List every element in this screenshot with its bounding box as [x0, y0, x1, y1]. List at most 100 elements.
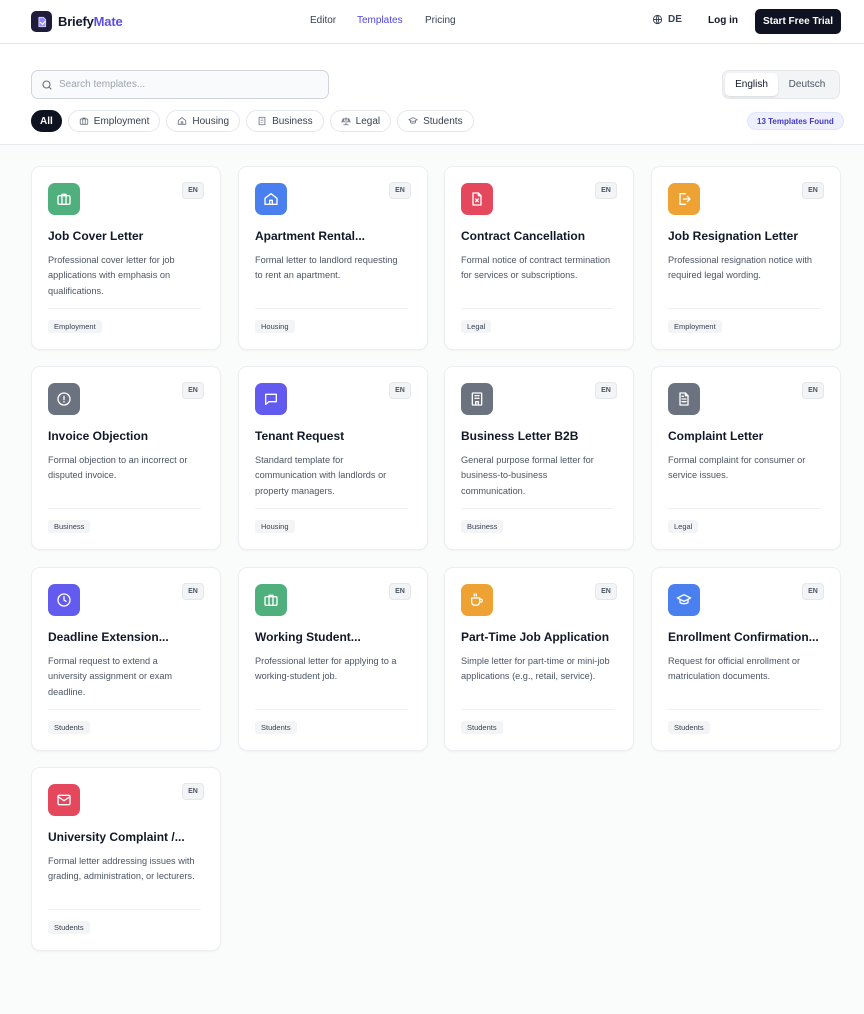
- language-selector: English Deutsch: [722, 70, 840, 99]
- template-icon-tile: [668, 584, 700, 616]
- card-divider: [461, 709, 614, 710]
- language-badge: EN: [595, 182, 617, 199]
- search-input[interactable]: [59, 79, 309, 90]
- filter-legal-label: Legal: [355, 115, 381, 127]
- filter-housing[interactable]: Housing: [166, 110, 241, 132]
- template-description: Simple letter for part-time or mini-job …: [461, 656, 610, 682]
- card-divider: [461, 308, 614, 309]
- nav-pricing[interactable]: Pricing: [425, 15, 456, 26]
- language-badge: EN: [595, 382, 617, 399]
- template-card-complaint-letter[interactable]: EN Complaint Letter Formal complaint for c…: [651, 366, 841, 550]
- template-description: Request for official enrollment or matri…: [668, 656, 801, 682]
- template-card-working-student[interactable]: EN Working Student... Professional letter …: [238, 567, 428, 751]
- card-divider: [255, 308, 408, 309]
- template-description: Professional resignation notice with req…: [668, 255, 813, 281]
- language-badge: EN: [389, 182, 411, 199]
- template-card-part-time-job-application[interactable]: EN Part-Time Job Application Simple letter…: [444, 567, 634, 751]
- search-box[interactable]: [31, 70, 329, 99]
- template-card-job-cover-letter[interactable]: EN Job Cover Letter Professional cover let…: [31, 166, 221, 350]
- start-trial-button[interactable]: Start Free Trial: [755, 9, 841, 34]
- template-title: Invoice Objection: [48, 429, 149, 443]
- template-icon-tile: [461, 584, 493, 616]
- template-card-business-letter-b2b[interactable]: EN Business Letter B2B General purpose for…: [444, 366, 634, 550]
- nav-editor[interactable]: Editor: [310, 15, 336, 26]
- template-card-invoice-objection[interactable]: EN Invoice Objection Formal objection to a…: [31, 366, 221, 550]
- template-icon-tile: [668, 383, 700, 415]
- template-title: Apartment Rental...: [255, 229, 366, 243]
- template-icon-tile: [48, 183, 80, 215]
- template-card-tenant-request[interactable]: EN Tenant Request Standard template for co…: [238, 366, 428, 550]
- card-divider: [668, 709, 821, 710]
- language-badge: EN: [802, 382, 824, 399]
- home-icon: [264, 193, 278, 205]
- template-icon-tile: [461, 383, 493, 415]
- language-badge: EN: [182, 182, 204, 199]
- filter-housing-label: Housing: [192, 115, 230, 127]
- filter-all[interactable]: All: [31, 110, 62, 132]
- building-icon: [258, 116, 266, 126]
- category-tag: Housing: [255, 520, 295, 533]
- brand-logo[interactable]: BriefyMate: [31, 11, 123, 32]
- category-tag: Business: [461, 520, 504, 533]
- category-tag: Legal: [668, 520, 699, 533]
- filter-students[interactable]: Students: [397, 110, 474, 132]
- filter-toolbar: English Deutsch All Employment Housing B…: [0, 44, 864, 145]
- card-divider: [255, 709, 408, 710]
- template-title: Deadline Extension...: [48, 630, 169, 644]
- logout-icon: [679, 193, 691, 205]
- template-title: Job Cover Letter: [48, 229, 144, 243]
- template-card-job-resignation-letter[interactable]: EN Job Resignation Letter Professional res…: [651, 166, 841, 350]
- language-badge: EN: [182, 583, 204, 600]
- template-title: Contract Cancellation: [461, 229, 586, 243]
- template-card-deadline-extension[interactable]: EN Deadline Extension... Formal request to…: [31, 567, 221, 751]
- template-card-apartment-rental[interactable]: EN Apartment Rental... Formal letter to la…: [238, 166, 428, 350]
- home-icon: [178, 117, 187, 125]
- template-title: Business Letter B2B: [461, 429, 579, 443]
- briefcase-icon: [79, 117, 88, 125]
- graduation-cap-icon: [408, 117, 419, 124]
- category-filters: All Employment Housing Business Legal St…: [31, 110, 474, 132]
- filter-business[interactable]: Business: [246, 110, 324, 132]
- template-title: Job Resignation Letter: [668, 229, 799, 243]
- file-x-icon: [472, 192, 482, 206]
- briefcase-icon: [57, 193, 71, 205]
- language-badge: EN: [182, 783, 204, 800]
- alert-circle-icon: [57, 392, 71, 406]
- language-toggle[interactable]: DE: [652, 14, 682, 25]
- card-divider: [255, 508, 408, 509]
- login-link[interactable]: Log in: [708, 15, 738, 26]
- language-toggle-label: DE: [668, 14, 682, 25]
- coffee-icon: [471, 593, 483, 606]
- filter-employment-label: Employment: [93, 115, 150, 127]
- brand-name: BriefyMate: [58, 14, 123, 29]
- language-option-deutsch[interactable]: Deutsch: [778, 73, 836, 96]
- nav-templates[interactable]: Templates: [357, 15, 403, 26]
- template-description: Standard template for communication with…: [255, 455, 387, 496]
- filter-employment[interactable]: Employment: [67, 110, 161, 132]
- filter-legal[interactable]: Legal: [329, 110, 392, 132]
- template-description: Professional letter for applying to a wo…: [255, 656, 397, 682]
- category-tag: Students: [48, 921, 90, 934]
- template-card-contract-cancellation[interactable]: EN Contract Cancellation Formal notice of …: [444, 166, 634, 350]
- category-tag: Employment: [48, 320, 102, 333]
- template-title: Tenant Request: [255, 429, 345, 443]
- card-divider: [48, 308, 201, 309]
- template-icon-tile: [461, 183, 493, 215]
- template-card-university-complaint[interactable]: EN University Complaint /... Formal letter…: [31, 767, 221, 951]
- logo-mark-icon: [31, 11, 52, 32]
- mail-icon: [57, 794, 71, 806]
- category-tag: Students: [668, 721, 710, 734]
- category-tag: Legal: [461, 320, 492, 333]
- template-card-enrollment-confirmation[interactable]: EN Enrollment Confirmation... Request for …: [651, 567, 841, 751]
- template-description: Formal letter to landlord requesting to …: [255, 255, 398, 281]
- template-description: Formal notice of contract termination fo…: [461, 255, 611, 281]
- template-icon-tile: [48, 383, 80, 415]
- language-option-english[interactable]: English: [725, 73, 778, 96]
- template-description: Formal letter addressing issues with gra…: [48, 856, 195, 882]
- template-description: Formal complaint for consumer or service…: [668, 455, 806, 481]
- graduation-cap-icon: [676, 594, 692, 605]
- template-title: Part-Time Job Application: [461, 630, 610, 644]
- language-badge: EN: [389, 382, 411, 399]
- template-icon-tile: [255, 183, 287, 215]
- template-icon-tile: [255, 383, 287, 415]
